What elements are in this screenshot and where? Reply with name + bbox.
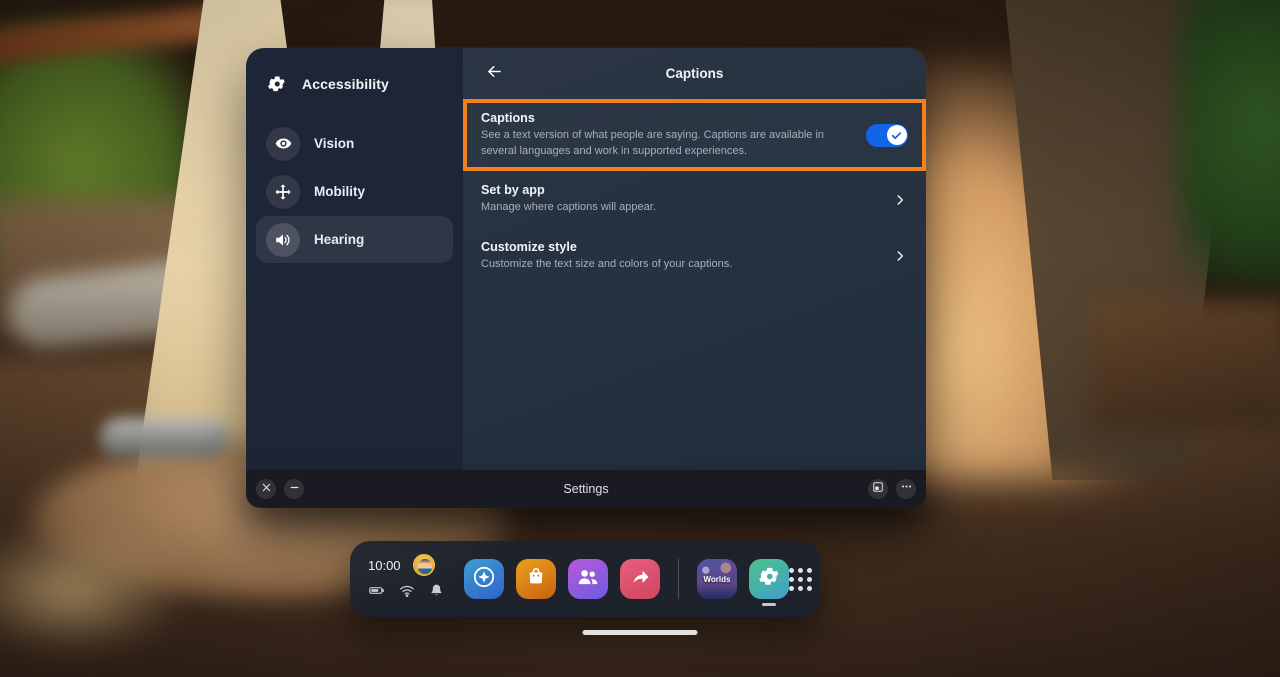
setting-row-subtitle: See a text version of what people are sa…: [481, 129, 825, 157]
sidebar-item-hearing[interactable]: Hearing: [256, 216, 453, 263]
setting-row-text: Captions See a text version of what peop…: [481, 111, 866, 159]
close-button[interactable]: [256, 479, 276, 499]
people-icon: [576, 565, 600, 594]
sidebar-item-label: Vision: [314, 136, 355, 151]
battery-icon[interactable]: [368, 582, 385, 604]
settings-window: Accessibility Vision Mobility Hearing Ca…: [246, 48, 926, 508]
settings-content: Captions Captions See a text version of …: [463, 48, 926, 508]
settings-gear-icon: [758, 565, 781, 593]
dock-status-top: 10:00: [368, 554, 454, 576]
grid-dot: [807, 576, 812, 582]
chevron-right-icon: [892, 193, 908, 207]
sidebar-item-mobility[interactable]: Mobility: [256, 168, 453, 215]
setting-row-text: Customize style Customize the text size …: [481, 240, 892, 273]
page-title: Captions: [665, 66, 724, 81]
window-title: Settings: [563, 482, 609, 496]
grid-dot: [789, 585, 794, 591]
wifi-icon[interactable]: [399, 583, 415, 604]
toggle-knob-check-icon: [886, 125, 907, 146]
setting-row-title: Set by app: [481, 183, 545, 198]
setting-row-text: Set by app Manage where captions will ap…: [481, 183, 892, 216]
grid-apps-icon[interactable]: [789, 564, 812, 594]
volume-icon: [266, 222, 300, 257]
grid-dot: [789, 567, 794, 573]
chevron-right-icon: [892, 249, 908, 263]
clock-label: 10:00: [368, 557, 401, 573]
minimize-icon: [289, 480, 300, 498]
setting-row-title: Customize style: [481, 239, 577, 254]
resize-window-button[interactable]: [868, 479, 888, 499]
resize-window-icon: [872, 480, 884, 498]
grid-dot: [798, 585, 803, 591]
setting-row-captions[interactable]: Captions See a text version of what peop…: [463, 99, 926, 172]
avatar[interactable]: [412, 554, 435, 576]
sidebar-title: Accessibility: [302, 76, 389, 92]
dock-app-icons: Worlds: [464, 559, 789, 606]
grid-dot: [807, 585, 812, 591]
store-app-button[interactable]: [516, 559, 556, 599]
settings-rows: Captions See a text version of what peop…: [463, 99, 926, 508]
grid-dot: [789, 576, 794, 582]
store-bag-icon: [525, 566, 547, 593]
setting-row-customize-style[interactable]: Customize style Customize the text size …: [463, 228, 926, 285]
worlds-app-label: Worlds: [703, 574, 731, 584]
explore-app-button[interactable]: [464, 559, 504, 599]
dock-divider: [678, 559, 679, 599]
sidebar-item-label: Hearing: [314, 232, 365, 247]
share-arrow-icon: [629, 565, 652, 593]
sidebar-item-vision[interactable]: Vision: [256, 120, 453, 167]
settings-app-button[interactable]: [749, 559, 789, 606]
eye-icon: [266, 126, 300, 161]
arrow-left-icon: [485, 62, 504, 86]
setting-row-title: Captions: [481, 111, 535, 125]
captions-toggle[interactable]: [866, 123, 908, 147]
setting-row-subtitle: Manage where captions will appear.: [481, 201, 656, 214]
grid-dot: [798, 567, 803, 573]
close-icon: [261, 480, 272, 498]
sidebar-item-label: Mobility: [314, 184, 365, 199]
grid-dot: [807, 567, 812, 573]
bell-icon[interactable]: [429, 583, 444, 603]
sidebar-header: Accessibility: [256, 62, 453, 106]
move-icon: [266, 174, 300, 209]
home-indicator[interactable]: [582, 630, 698, 635]
back-button[interactable]: [479, 59, 509, 89]
more-options-button[interactable]: [896, 479, 916, 499]
grid-dot: [798, 576, 803, 582]
window-bottom-bar: Settings: [246, 470, 926, 508]
gear-icon: [264, 71, 290, 97]
explore-icon: [472, 565, 496, 594]
window-controls-left: [256, 479, 304, 499]
dock-status-icons: [368, 582, 454, 604]
more-options-icon: [900, 480, 913, 498]
content-header: Captions: [463, 48, 926, 99]
system-dock: 10:00 Worlds: [350, 541, 820, 617]
app-running-indicator: [762, 603, 776, 606]
people-app-button[interactable]: [568, 559, 608, 599]
window-controls-right: [868, 479, 916, 499]
dock-status-area: 10:00: [368, 554, 454, 604]
setting-row-subtitle: Customize the text size and colors of yo…: [481, 257, 733, 270]
worlds-app-button[interactable]: Worlds: [697, 559, 737, 599]
share-app-button[interactable]: [620, 559, 660, 599]
settings-sidebar: Accessibility Vision Mobility Hearing: [246, 48, 463, 508]
minimize-button[interactable]: [284, 479, 304, 499]
setting-row-set-by-app[interactable]: Set by app Manage where captions will ap…: [463, 171, 926, 228]
